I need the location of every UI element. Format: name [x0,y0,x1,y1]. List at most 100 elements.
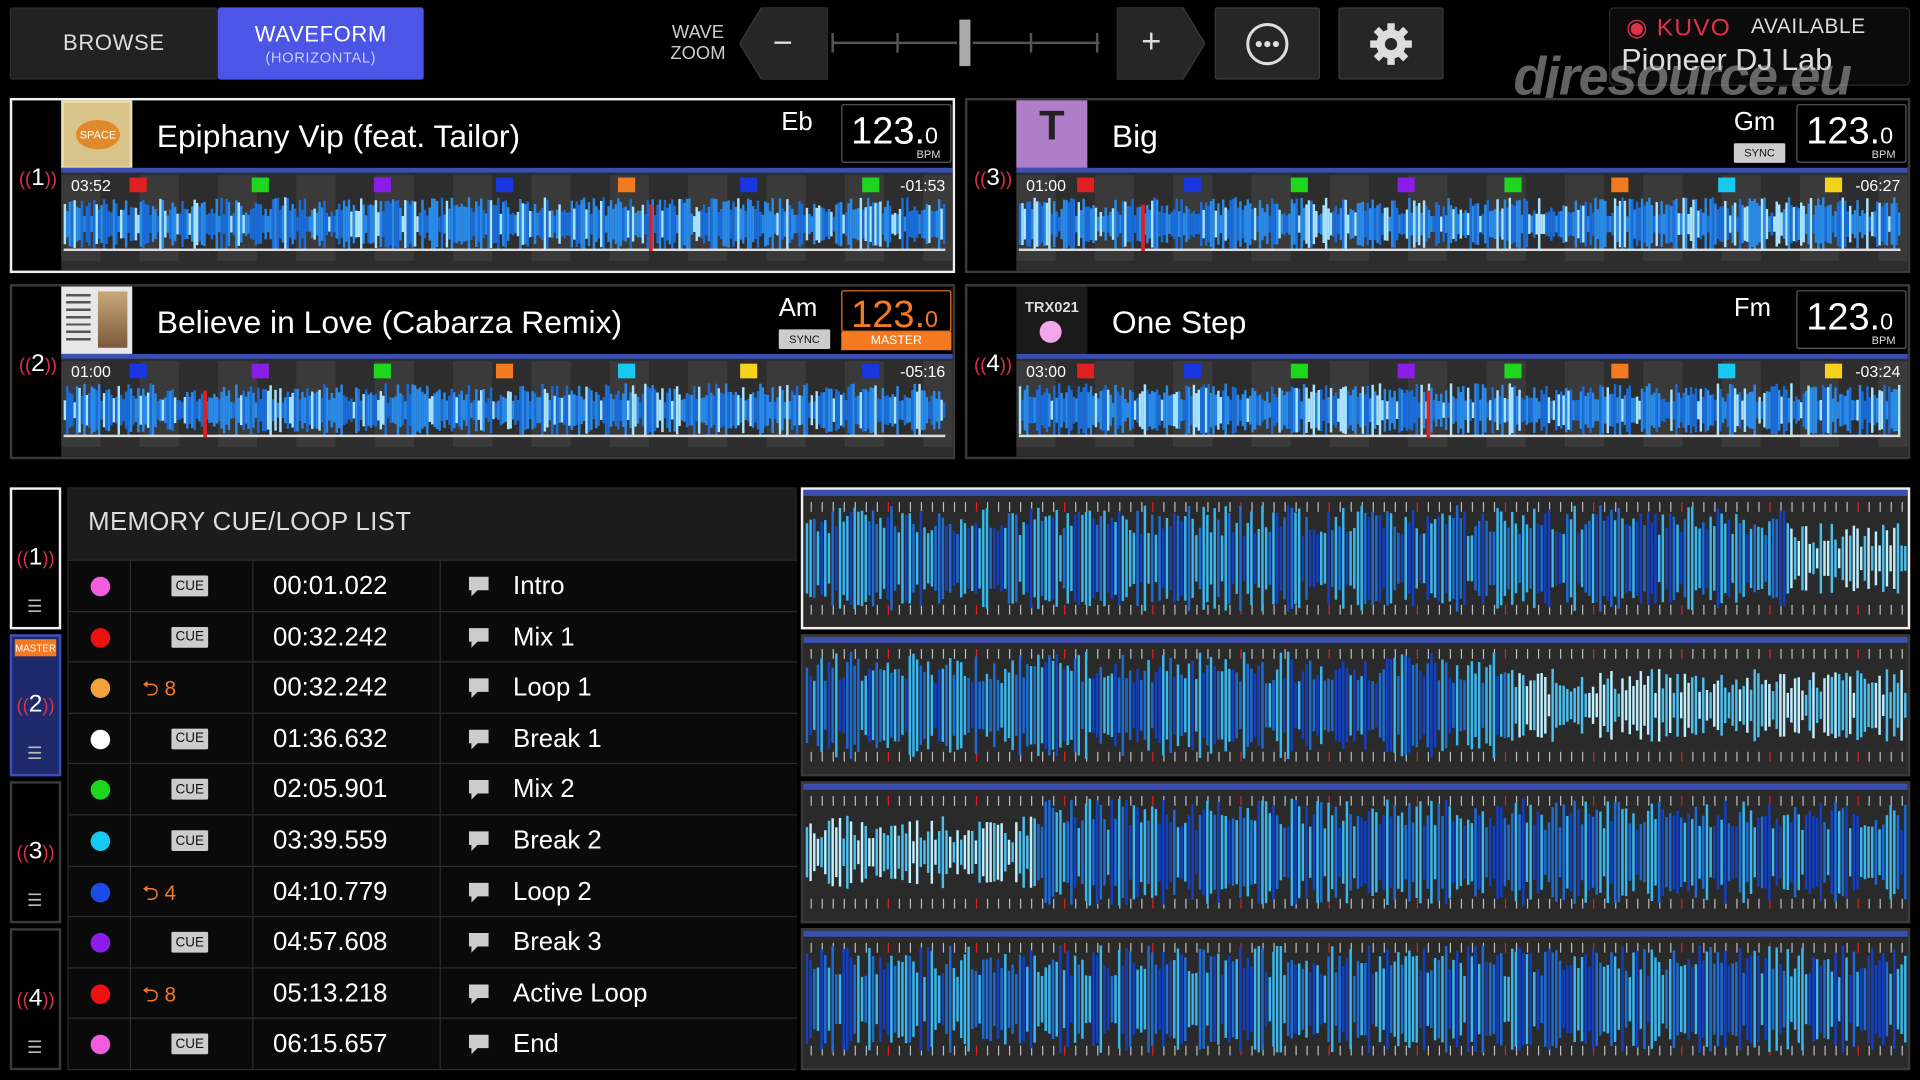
beat-tick [1229,898,1231,909]
beat-tick [1416,502,1418,512]
waveform-peak [1070,198,1073,250]
waveform-tab[interactable]: WAVEFORM (HORIZONTAL) [217,7,424,80]
beat-tick [1460,898,1463,909]
waveform-peak [213,213,216,235]
big-waveform-peaks [805,651,1907,760]
waveform-peak [1474,203,1477,245]
waveform-peak [374,393,378,427]
big-waveform-peak [1529,528,1532,589]
waveform-deck-2[interactable] [61,353,953,457]
waveform-deck-3[interactable] [1016,167,1908,271]
more-button[interactable] [1214,7,1321,80]
big-waveform-peak [1793,678,1797,733]
big-waveform-deck-3[interactable] [800,781,1911,924]
deck-2[interactable]: ((2)) Believe in Love (Cabarza Remix) Am… [9,284,956,460]
big-waveform-peak [1643,525,1646,592]
bpm-display: 123.0 BPM [841,104,952,163]
big-waveform-peak [952,531,956,586]
browse-tab[interactable]: BROWSE [9,7,218,80]
big-waveform-peak [871,838,875,867]
big-waveform-peak [1099,666,1103,744]
waveform-deck-4[interactable] [1016,353,1908,457]
side-deck-4[interactable]: ((4)) ☰ [9,928,62,1071]
big-waveform-peak [1206,665,1209,746]
waveform-peak [423,209,427,239]
big-waveform-peak [1856,670,1859,741]
big-waveform-deck-4[interactable] [800,928,1911,1071]
zoom-out-button[interactable]: − [739,7,828,80]
waveform-peak [1430,387,1433,433]
memory-cue-row[interactable]: ⮌ 8 05:13.218 Active Loop [68,967,798,1019]
memory-cue-row[interactable]: CUE 03:39.559 Break 2 [68,814,798,866]
waveform-peak [764,201,767,247]
zoom-in-button[interactable]: + [1116,7,1205,80]
big-waveform-peak [1646,675,1650,735]
waveform-peak [1053,201,1056,248]
waveform-peak [631,385,635,436]
column-divider [252,764,254,815]
beat-tick [1637,502,1639,512]
beat-tick [964,795,967,806]
waveform-peak [600,400,603,420]
memory-cue-row[interactable]: ⮌ 8 00:32.242 Loop 1 [68,661,798,713]
big-waveform-peak [1617,693,1621,717]
big-waveform-peak [1375,683,1378,728]
waveform-peak [377,212,380,236]
big-waveform-peak [1698,825,1701,879]
beat-tick [810,795,812,806]
big-waveform-deck-2[interactable] [800,634,1911,777]
zoom-slider[interactable] [830,12,1112,73]
waveform-peak [1153,197,1156,251]
deck-3[interactable]: ((3)) T Big Gm SYNC 123.0 BPM 01:00 -06:… [964,97,1911,274]
beat-tick [887,898,889,909]
waveform-peak [1606,387,1609,434]
big-waveform-peak [1672,516,1676,601]
beat-tick [1846,1045,1848,1056]
deck-1[interactable]: ((1)) SPACE Epiphany Vip (feat. Tailor) … [9,97,956,274]
big-waveform-peak [1261,948,1264,1051]
beat-tick [898,648,901,659]
settings-button[interactable] [1338,7,1444,80]
side-deck-1[interactable]: ((1)) ☰ [9,487,62,630]
waveform-peak [631,206,635,242]
big-waveform-peak [1217,519,1220,598]
column-divider [252,713,254,764]
memory-cue-row[interactable]: CUE 02:05.901 Mix 2 [68,763,798,815]
waveform-peak [470,402,473,418]
big-waveform-peak [1466,819,1470,885]
side-deck-2[interactable]: MASTER ((2)) ☰ [9,634,62,777]
sync-button[interactable]: SYNC [778,329,831,349]
beat-tick [1141,942,1143,953]
memory-cue-row[interactable]: CUE 04:57.608 Break 3 [68,916,798,968]
waveform-deck-1[interactable] [61,167,953,271]
waveform-peak [852,209,855,239]
waveform-peak [1307,200,1311,248]
side-deck-3[interactable]: ((3)) ☰ [9,781,62,924]
waveform-peak [800,203,804,245]
memory-cue-row[interactable]: CUE 00:01.022 Intro [68,559,798,611]
memory-cue-row[interactable]: CUE 01:36.632 Break 1 [68,712,798,764]
waveform-peak [1106,389,1110,431]
deck-4[interactable]: ((4)) TRX021 One Step Fm 123.0 BPM 03:00… [964,284,1911,460]
waveform-peak [582,197,586,251]
big-waveform-peak [890,506,893,611]
master-badge[interactable]: MASTER [841,331,952,351]
waveform-peak [634,212,637,236]
big-waveform-peak [1202,506,1205,610]
wave-top-stripe [61,167,953,173]
memory-cue-row[interactable]: ⮌ 4 04:10.779 Loop 2 [68,865,798,917]
memory-cue-row[interactable]: CUE 00:32.242 Mix 1 [68,610,798,662]
waveform-peak [1579,391,1583,430]
sync-button[interactable]: SYNC [1733,143,1786,163]
big-waveform-peak [1837,548,1841,569]
zoom-slider-thumb[interactable] [956,17,973,69]
waveform-peak [1863,400,1867,420]
beat-tick [1846,502,1848,512]
big-waveform-deck-1[interactable] [800,487,1911,630]
waveform-peak [587,388,591,433]
beat-tick [1383,604,1385,615]
hot-cue-marker [129,363,147,379]
big-waveform-peak [1555,682,1558,728]
memory-cue-row[interactable]: CUE 06:15.657 End [68,1018,798,1069]
column-divider [439,968,441,1019]
